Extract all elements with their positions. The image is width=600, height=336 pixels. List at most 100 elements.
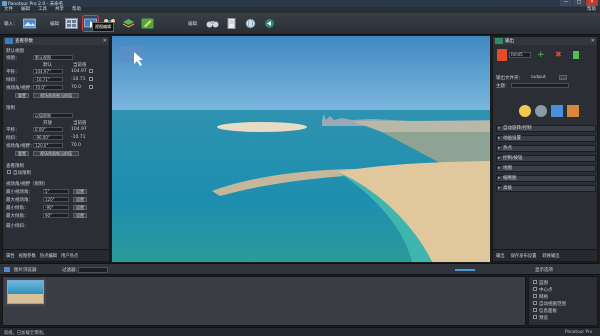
auto-limit-label: 自动限制 xyxy=(13,171,31,176)
tour-settings-button[interactable] xyxy=(64,16,79,31)
tooltip: 视图编辑 xyxy=(92,22,114,32)
min-fov-label: 最小视场角： xyxy=(6,190,33,195)
tilt-label: 倾斜： xyxy=(6,78,20,83)
panorama-viewport[interactable] xyxy=(112,36,490,262)
tab-output[interactable]: 输出 xyxy=(496,253,505,259)
output-folder-label: 输出文件夹： xyxy=(496,76,523,81)
section-thumbnails[interactable]: 缩略图 xyxy=(496,175,596,182)
limit-tilt-input[interactable]: -90.00° xyxy=(33,135,63,140)
section-advanced[interactable]: 高级 xyxy=(496,185,596,192)
limit-mode-select[interactable]: 以值限制 xyxy=(33,113,73,118)
pan-input[interactable]: 104.97° xyxy=(33,69,63,74)
limit-tilt-current: -10.71 xyxy=(71,135,86,140)
folder-icon[interactable] xyxy=(567,105,579,117)
limit-pan-input[interactable]: 0.00° xyxy=(33,127,63,132)
min-tilt-set-button[interactable]: 设置 xyxy=(73,205,87,210)
min-tilt-input[interactable]: -90° xyxy=(43,205,69,210)
thumb-size-slider[interactable] xyxy=(455,269,475,271)
max-fov-label: 最大视场角： xyxy=(6,198,33,203)
option-blueprint-checkbox[interactable] xyxy=(533,280,537,284)
delete-icon[interactable]: ✖ xyxy=(555,50,562,59)
fov-checkbox[interactable] xyxy=(89,85,93,89)
add-panorama-button[interactable] xyxy=(22,16,37,31)
tilt-checkbox[interactable] xyxy=(89,77,93,81)
set-current-button[interactable]: 视场角限制当前值 xyxy=(33,93,79,98)
panel-header: 查看参数 ✕ xyxy=(3,37,109,45)
max-tilt-input[interactable]: 90° xyxy=(43,213,69,218)
max-fov-input[interactable]: 120° xyxy=(43,197,69,202)
monitor-icon[interactable] xyxy=(551,105,563,117)
minimize-button[interactable]: — xyxy=(560,0,572,6)
save-icon[interactable] xyxy=(573,51,579,59)
theme-select[interactable] xyxy=(511,83,569,88)
document-button[interactable] xyxy=(224,16,239,31)
share-icon xyxy=(265,19,274,28)
limit-set-current-button[interactable]: 视场角限制当前值 xyxy=(33,151,79,156)
panorama-thumbnail[interactable] xyxy=(7,280,44,304)
auto-limit-checkbox[interactable] xyxy=(7,170,11,174)
pan-checkbox[interactable] xyxy=(89,69,93,73)
limit-fov-current: 70.0 xyxy=(71,143,82,148)
option-center-checkbox[interactable] xyxy=(533,287,537,291)
close-button[interactable]: ✕ xyxy=(586,0,598,6)
reset-button[interactable]: 重置 xyxy=(15,93,29,98)
display-options-title: 显示选项 xyxy=(535,268,553,273)
limit-reset-button[interactable]: 重置 xyxy=(15,151,29,156)
tab-convert[interactable]: 转换输出 xyxy=(542,253,559,259)
tab-properties[interactable]: 属性 xyxy=(6,253,15,259)
section-hotspots[interactable]: 热点 xyxy=(496,145,596,152)
option-preview-checkbox[interactable] xyxy=(533,315,537,319)
output-close-icon[interactable]: ✕ xyxy=(591,38,595,44)
document-icon xyxy=(227,18,236,29)
gear-icon[interactable] xyxy=(535,105,547,117)
option-info-checkbox[interactable] xyxy=(533,308,537,312)
publish-button[interactable] xyxy=(262,16,277,31)
filter-input[interactable] xyxy=(78,267,108,273)
default-column-header: 默认 xyxy=(43,63,52,68)
output-panel: 输出 ✕ html5 + ✖ 输出文件夹： output … 主题： 自动旋转/… xyxy=(492,36,598,262)
tilt-input[interactable]: -10.71° xyxy=(33,77,63,82)
format-select[interactable]: html5 xyxy=(509,52,531,58)
panorama-icon xyxy=(23,18,36,29)
min-tilt-label: 最小倾角： xyxy=(6,206,29,211)
output-panel-icon xyxy=(495,38,503,44)
option-autoview: 自动视图范围 xyxy=(539,302,566,307)
theme-label: 主题： xyxy=(496,84,510,89)
right-panel-tabs: 输出 保存发布设置 转换输出 xyxy=(493,249,597,261)
status-app-name: Panotour Pro xyxy=(565,330,593,335)
skin-button[interactable] xyxy=(140,16,155,31)
panel-title: 查看参数 xyxy=(15,39,33,44)
max-fov-set-button[interactable]: 设置 xyxy=(73,197,87,202)
browse-folder-button[interactable]: … xyxy=(559,75,567,80)
maximize-button[interactable]: □ xyxy=(573,0,585,6)
limit-fov-input[interactable]: 120.0° xyxy=(33,143,63,148)
map-button[interactable] xyxy=(121,16,136,31)
section-controls[interactable]: 控制/按钮 xyxy=(496,155,596,162)
limit-current-header: 当前值 xyxy=(73,121,87,126)
add-icon[interactable]: + xyxy=(537,50,545,60)
tab-view-params[interactable]: 视图参数 xyxy=(19,253,36,259)
option-preview: 预览 xyxy=(539,316,548,321)
section-animation[interactable]: 动画设置 xyxy=(496,135,596,142)
fov-input[interactable]: 70.0° xyxy=(33,85,63,90)
max-tilt-set-button[interactable]: 设置 xyxy=(73,213,87,218)
globe-button[interactable] xyxy=(243,16,258,31)
star-icon[interactable] xyxy=(519,105,531,117)
view-select[interactable]: 默认视图 xyxy=(33,55,73,60)
min-fov-input[interactable]: 5° xyxy=(43,189,69,194)
tab-hotspot-edit[interactable]: 热点编辑 xyxy=(40,253,57,259)
preview-button[interactable] xyxy=(205,16,220,31)
option-autoview-checkbox[interactable] xyxy=(533,301,537,305)
section-autorotate[interactable]: 自动旋转/控制 xyxy=(496,125,596,132)
close-icon[interactable]: ✕ xyxy=(103,38,107,44)
min-fov-set-button[interactable]: 设置 xyxy=(73,189,87,194)
option-blueprint: 蓝图 xyxy=(539,281,548,286)
option-grid-checkbox[interactable] xyxy=(533,294,537,298)
tab-save-settings[interactable]: 保存发布设置 xyxy=(511,253,537,259)
app-icon xyxy=(2,1,7,6)
fov-label: 视场角/视野： xyxy=(6,86,35,91)
title-bar: Panotour Pro 2.0 - 未命名 — □ ✕ xyxy=(0,0,600,7)
section-map[interactable]: 地图 xyxy=(496,165,596,172)
fov-limits-title: 视场角/视野（限制） xyxy=(6,182,49,187)
tab-user-hotspot[interactable]: 用户热点 xyxy=(61,253,78,259)
